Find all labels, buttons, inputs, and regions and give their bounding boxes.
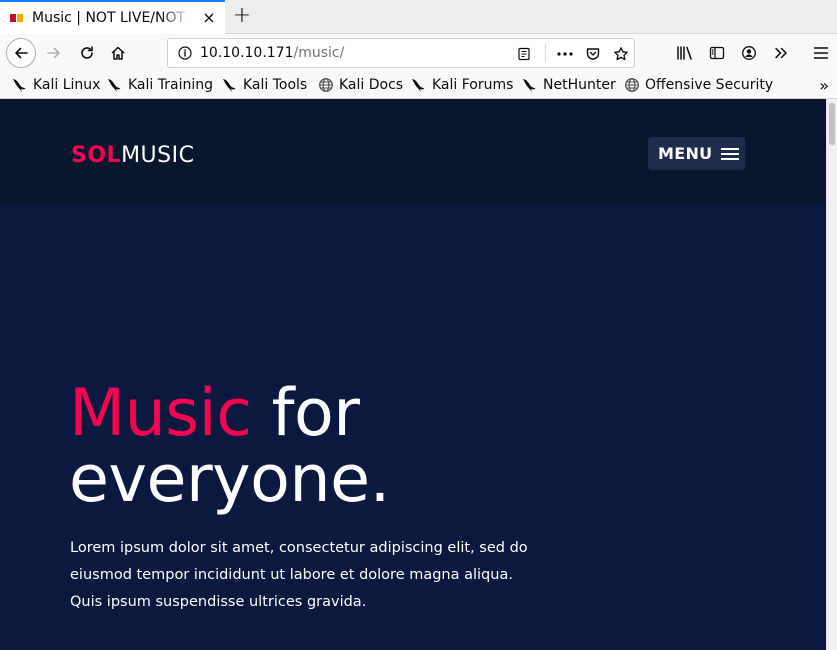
- arrow-left-icon: [15, 47, 28, 59]
- url-separator: [545, 44, 546, 63]
- nav-toolbar: 10.10.10.171/music/: [0, 34, 837, 72]
- bookmark-offensive-security[interactable]: Offensive Security: [624, 76, 773, 94]
- pocket-icon[interactable]: [583, 44, 603, 64]
- account-button[interactable]: [734, 38, 764, 68]
- site-header: SOLMUSIC MENU: [0, 99, 826, 204]
- bookmark-label: Offensive Security: [645, 77, 774, 93]
- bookmark-label: Kali Forums: [432, 77, 514, 93]
- chevrons-right-icon: [775, 47, 787, 59]
- home-icon: [111, 46, 125, 60]
- hamburger-icon: [813, 47, 829, 59]
- logo-rest: MUSIC: [121, 143, 195, 168]
- tab-bar: Music | NOT LIVE/NOT FOR PRODUCTION × +: [0, 0, 837, 34]
- kali-dragon-icon: [108, 79, 121, 92]
- bookmarks-toolbar: Kali Linux Kali Training Kali Tools Kali…: [0, 72, 837, 99]
- back-button[interactable]: [6, 38, 36, 68]
- bookmark-label: Kali Training: [128, 77, 213, 93]
- bookmark-label: Kali Docs: [339, 77, 404, 93]
- url-bar[interactable]: 10.10.10.171/music/: [167, 38, 635, 68]
- bookmark-kali-training[interactable]: Kali Training: [107, 76, 213, 94]
- bookmark-star-icon[interactable]: [611, 44, 631, 64]
- globe-icon: [625, 78, 639, 92]
- hero-title-accent: Music: [69, 376, 252, 451]
- tab-music[interactable]: Music | NOT LIVE/NOT FOR PRODUCTION ×: [0, 0, 225, 34]
- bookmark-kali-tools[interactable]: Kali Tools: [222, 76, 307, 94]
- reload-button[interactable]: [72, 38, 102, 68]
- bookmark-nethunter[interactable]: NetHunter: [522, 76, 616, 94]
- kali-dragon-icon: [13, 79, 26, 92]
- scrollbar-thumb[interactable]: [829, 103, 835, 145]
- sidebar-button[interactable]: [702, 38, 732, 68]
- bookmark-label: Kali Tools: [243, 77, 308, 93]
- url-text[interactable]: 10.10.10.171/music/: [200, 45, 344, 61]
- reader-view-icon[interactable]: [514, 44, 534, 64]
- hero-title-everyone: everyone.: [69, 442, 390, 517]
- hero-title-for: for: [251, 376, 360, 451]
- page-scrollbar[interactable]: [826, 99, 837, 650]
- sidebar-icon: [709, 46, 725, 60]
- page-viewport: SOLMUSIC MENU Music for everyone. Lorem i…: [0, 99, 826, 650]
- new-tab-button[interactable]: +: [230, 4, 254, 28]
- hamburger-icon: [721, 147, 740, 160]
- library-icon: [677, 46, 692, 60]
- site-logo[interactable]: SOLMUSIC: [71, 143, 194, 168]
- bookmark-label: Kali Linux: [33, 77, 101, 93]
- kali-dragon-icon: [223, 79, 236, 92]
- home-button[interactable]: [103, 38, 133, 68]
- arrow-right-icon: [47, 47, 60, 59]
- library-button[interactable]: [670, 38, 700, 68]
- menu-button[interactable]: MENU: [648, 137, 745, 170]
- favicon-icon: [10, 13, 24, 23]
- bookmark-kali-forums[interactable]: Kali Forums: [411, 76, 513, 94]
- hero-description: Lorem ipsum dolor sit amet, consectetur …: [70, 540, 528, 610]
- info-icon[interactable]: [178, 46, 192, 60]
- menu-label: MENU: [658, 144, 713, 163]
- globe-icon: [319, 78, 333, 92]
- app-menu-button[interactable]: [806, 38, 836, 68]
- bookmark-kali-linux[interactable]: Kali Linux: [12, 76, 100, 94]
- forward-button[interactable]: [39, 38, 69, 68]
- tab-close-icon[interactable]: ×: [201, 10, 217, 26]
- kali-dragon-icon: [412, 79, 425, 92]
- kali-dragon-icon: [523, 79, 536, 92]
- reload-icon: [81, 46, 93, 59]
- account-icon: [742, 46, 756, 60]
- url-host: 10.10.10.171: [200, 45, 294, 61]
- bookmarks-overflow-button[interactable]: »: [819, 76, 829, 95]
- bookmark-kali-docs[interactable]: Kali Docs: [318, 76, 403, 94]
- page-actions-icon[interactable]: [555, 44, 575, 64]
- logo-accent: SOL: [71, 143, 122, 168]
- url-path: /music/: [293, 45, 345, 61]
- tab-title: Music | NOT LIVE/NOT FOR PRODUCTION: [32, 10, 192, 26]
- overflow-toolbar-button[interactable]: [766, 38, 796, 68]
- hero-title: Music for everyone.: [69, 381, 390, 513]
- bookmark-label: NetHunter: [543, 77, 616, 93]
